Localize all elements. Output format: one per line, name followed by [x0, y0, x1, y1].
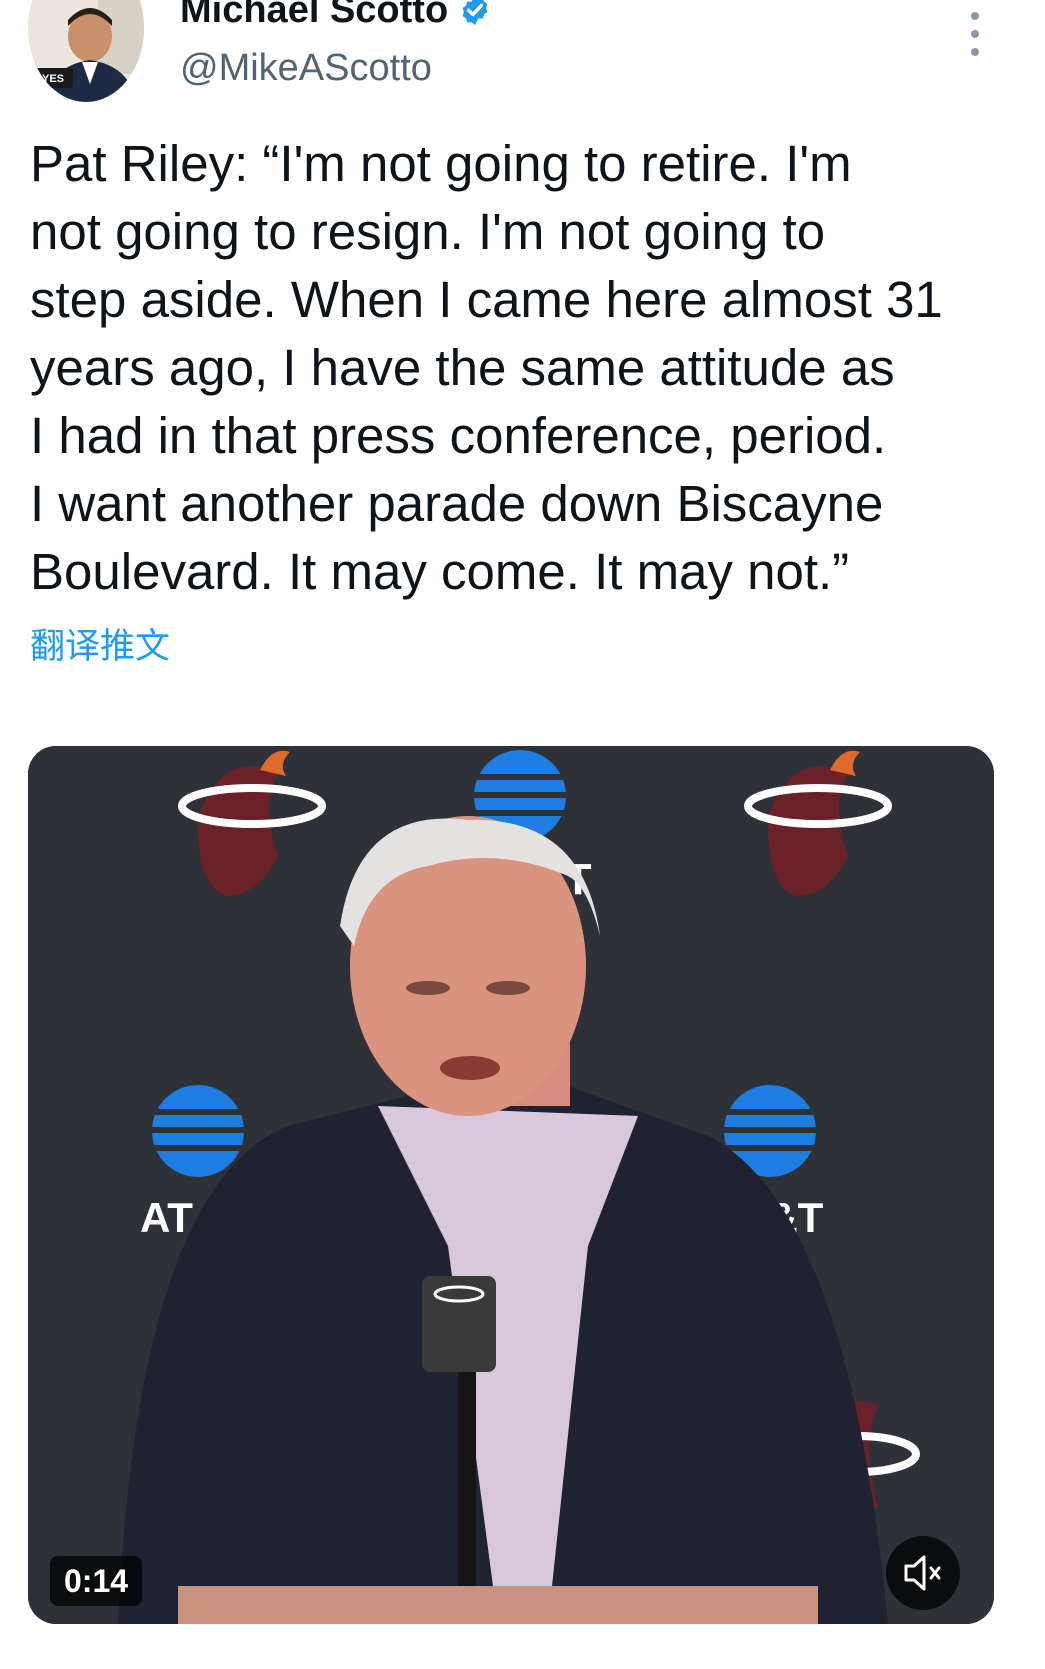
avatar-badge-text: YES: [42, 73, 64, 85]
video-frame: T&T AT \T&T: [28, 746, 994, 1624]
author-name-row: Michael Scotto: [180, 0, 492, 34]
volume-muted-icon: [904, 1555, 941, 1591]
att-logo-left: [152, 1085, 244, 1177]
tweet-header: YES Michael Scotto @MikeAScotto: [0, 0, 1045, 110]
hands-on-table: [178, 1586, 818, 1624]
verified-badge-icon: [462, 0, 488, 25]
video-duration-badge: 0:14: [50, 1556, 143, 1606]
video-player[interactable]: T&T AT \T&T: [28, 746, 994, 1624]
more-vertical-icon[interactable]: [962, 12, 988, 56]
translate-tweet-link[interactable]: 翻译推文: [30, 625, 170, 669]
mute-button[interactable]: [886, 1536, 960, 1610]
author-display-name[interactable]: Michael Scotto: [180, 0, 448, 34]
tweet-text: Pat Riley: “I'm not going to retire. I'm…: [30, 135, 943, 600]
profile-photo-icon: YES: [28, 0, 144, 102]
att-text-left: AT: [140, 1194, 193, 1241]
author-avatar[interactable]: YES: [28, 0, 144, 102]
author-handle[interactable]: @MikeAScotto: [180, 44, 432, 92]
